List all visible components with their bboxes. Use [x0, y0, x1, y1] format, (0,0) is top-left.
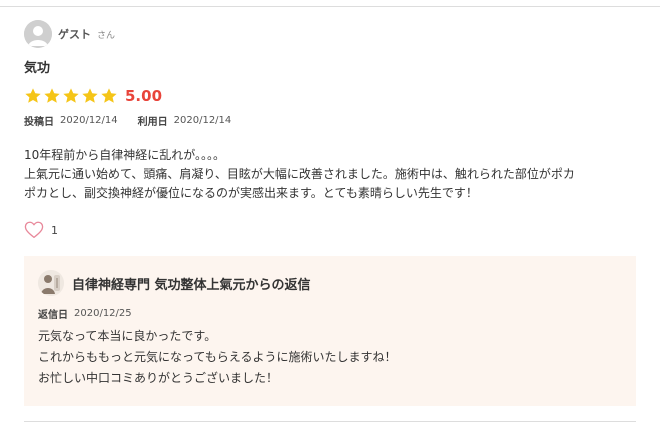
review-card: ゲスト さん 気功 5.00 投稿日 2020/12/14 利用日 2020/1…	[24, 0, 636, 430]
star-rating	[24, 87, 119, 105]
posted-date-label: 投稿日	[24, 117, 54, 128]
reply-body-line: お忙しい中口コミありがとうございました！	[38, 371, 279, 385]
star-icon	[44, 88, 60, 103]
reply-body: 元気なって本当に良かったです。 これからももっと元気になってもらえるように施術い…	[38, 326, 396, 389]
star-icon	[82, 88, 98, 103]
rating-score: 5.00	[125, 87, 163, 105]
star-icon	[25, 88, 41, 103]
review-dates: 投稿日 2020/12/14 利用日 2020/12/14	[24, 113, 231, 128]
review-body-line: ポカとし、副交換神経が優位になるのが実感出来ます。とても素晴らしい先生です！	[24, 186, 478, 200]
like-count: 1	[51, 223, 58, 237]
posted-date-value: 2020/12/14	[60, 115, 118, 126]
rating-row: 5.00	[24, 84, 162, 108]
user-silhouette-icon	[24, 20, 52, 48]
reply-body-line: これからももっと元気になってもらえるように施術いたしますね！	[38, 350, 397, 364]
clinic-avatar-icon	[38, 270, 64, 296]
reply-date-label: 返信日	[38, 310, 68, 321]
reviewer-row: ゲスト さん	[24, 20, 115, 48]
reviewer-honorific: さん	[97, 30, 116, 41]
reply-header: 自律神経専門 気功整体上氣元からの返信	[38, 269, 311, 297]
reply-box: 自律神経専門 気功整体上氣元からの返信 返信日 2020/12/25 元気なって…	[24, 256, 636, 406]
used-date-label: 利用日	[137, 117, 168, 128]
review-title: 気功	[24, 61, 51, 76]
heart-outline-icon[interactable]	[24, 221, 44, 239]
star-icon	[101, 88, 117, 103]
bottom-divider	[24, 421, 636, 422]
reply-date: 返信日 2020/12/25	[38, 306, 132, 321]
review-body-line: 10年程前から自律神経に乱れが。。。。	[24, 148, 226, 162]
reply-title: 自律神経専門 気功整体上氣元からの返信	[72, 277, 311, 293]
used-date-value: 2020/12/14	[173, 115, 232, 126]
reply-date-value: 2020/12/25	[74, 308, 132, 319]
like-row: 1	[24, 219, 58, 241]
reply-body-line: 元気なって本当に良かったです。	[38, 329, 217, 343]
reviewer-name: ゲスト	[58, 28, 91, 41]
review-body-line: 上氣元に通い始めて、頭痛、肩凝り、目眩が大幅に改善されました。施術中は、触れられ…	[24, 167, 575, 181]
review-body: 10年程前から自律神経に乱れが。。。。 上氣元に通い始めて、頭痛、肩凝り、目眩が…	[24, 146, 636, 203]
star-icon	[63, 88, 79, 103]
